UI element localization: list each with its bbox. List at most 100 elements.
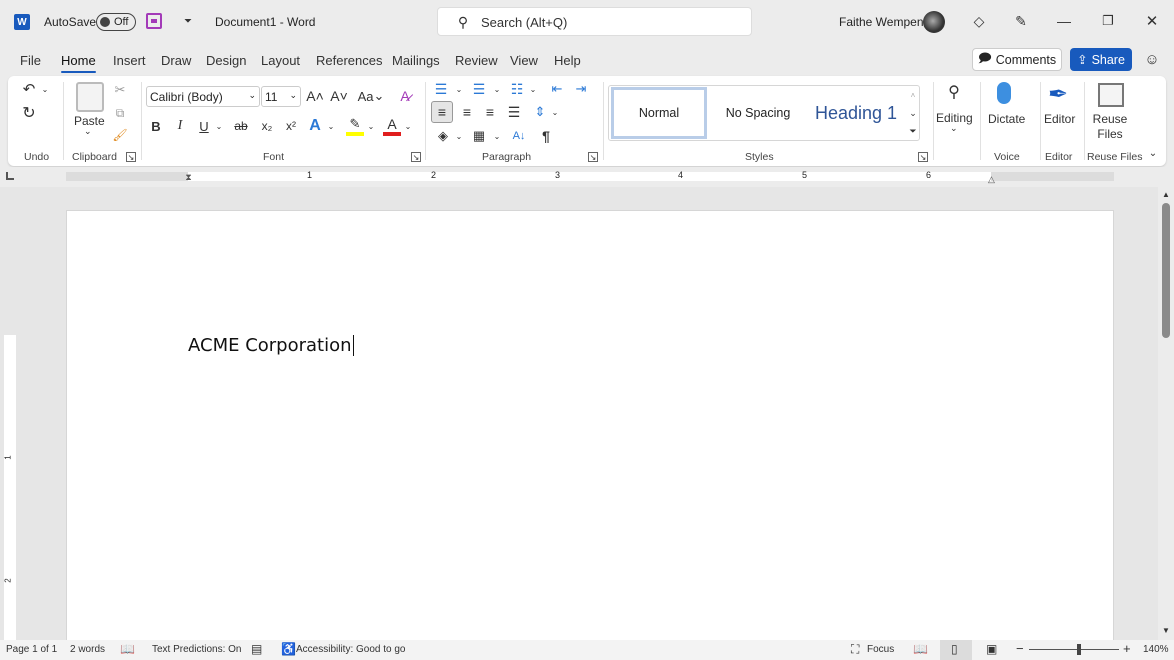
tab-selector-icon[interactable]: [6, 172, 14, 180]
tab-review[interactable]: Review: [455, 53, 498, 68]
italic-icon[interactable]: I: [172, 117, 188, 135]
paragraph-launcher-icon[interactable]: ↘: [588, 152, 598, 162]
find-icon[interactable]: ⚲: [944, 82, 964, 102]
show-formatting-icon[interactable]: ¶: [537, 127, 555, 145]
tab-design[interactable]: Design: [206, 53, 246, 68]
page-count[interactable]: Page 1 of 1: [6, 644, 57, 655]
styles-launcher-icon[interactable]: ↘: [918, 152, 928, 162]
bullets-dropdown-icon[interactable]: ⌄: [454, 82, 464, 96]
scrollbar-thumb[interactable]: [1162, 203, 1170, 338]
diamond-icon[interactable]: ◇: [970, 12, 988, 30]
vertical-scrollbar[interactable]: ▲ ▼: [1158, 187, 1174, 640]
line-spacing-dropdown-icon[interactable]: ⌄: [550, 105, 560, 119]
feedback-smiley-icon[interactable]: ☺: [1143, 50, 1161, 68]
microphone-icon[interactable]: [997, 82, 1011, 104]
undo-dropdown-icon[interactable]: ⌄: [40, 82, 50, 96]
style-normal[interactable]: Normal: [611, 87, 707, 139]
styles-scroll-down-icon[interactable]: ⌄: [907, 105, 919, 121]
font-size-select[interactable]: 11 ⌄: [261, 86, 301, 107]
clipboard-launcher-icon[interactable]: ↘: [126, 152, 136, 162]
indent-marker-icon[interactable]: ⧗: [183, 167, 194, 187]
macro-icon[interactable]: ▤: [251, 642, 262, 656]
increase-indent-icon[interactable]: ⇥: [572, 80, 590, 98]
decrease-indent-icon[interactable]: ⇤: [548, 80, 566, 98]
shading-dropdown-icon[interactable]: ⌄: [454, 129, 464, 143]
sort-icon[interactable]: A↓: [510, 127, 528, 145]
print-layout-button[interactable]: ▯: [940, 640, 972, 660]
grow-font-icon[interactable]: A˄: [306, 87, 324, 105]
justify-icon[interactable]: ☰: [505, 103, 523, 121]
multilevel-list-icon[interactable]: ☷: [508, 80, 526, 98]
accessibility-status[interactable]: Accessibility: Good to go: [296, 644, 406, 655]
scroll-down-icon[interactable]: ▼: [1161, 625, 1171, 635]
word-count[interactable]: 2 words: [70, 644, 105, 655]
editing-dropdown-icon[interactable]: ⌄: [950, 123, 958, 134]
read-mode-icon[interactable]: 📖: [913, 642, 928, 656]
close-icon[interactable]: ✕: [1143, 12, 1161, 30]
highlight-icon[interactable]: ✎: [346, 116, 364, 136]
text-effects-dropdown-icon[interactable]: ⌄: [326, 117, 336, 135]
comments-button[interactable]: 🗩 Comments: [972, 48, 1062, 71]
font-name-select[interactable]: Calibri (Body) ⌄: [146, 86, 260, 107]
font-launcher-icon[interactable]: ↘: [411, 152, 421, 162]
editor-pen-icon[interactable]: ✒: [1044, 80, 1072, 108]
highlight-dropdown-icon[interactable]: ⌄: [366, 117, 376, 135]
undo-icon[interactable]: ↶: [20, 80, 38, 98]
cut-icon[interactable]: ✂: [112, 82, 128, 98]
document-text[interactable]: ACME Corporation: [188, 335, 354, 356]
customize-toolbar-icon[interactable]: ⏷: [180, 13, 196, 29]
text-effects-icon[interactable]: A: [306, 116, 324, 136]
align-right-icon[interactable]: ≡: [481, 103, 499, 121]
shading-icon[interactable]: ◈: [434, 127, 452, 145]
tab-mailings[interactable]: Mailings: [392, 53, 440, 68]
save-icon[interactable]: [146, 13, 162, 29]
font-color-icon[interactable]: A: [383, 116, 401, 136]
user-name[interactable]: Faithe Wempen: [839, 15, 924, 29]
tab-help[interactable]: Help: [554, 53, 581, 68]
document-page[interactable]: ACME Corporation: [66, 210, 1114, 650]
style-heading-1[interactable]: Heading 1: [808, 87, 904, 139]
scroll-up-icon[interactable]: ▲: [1161, 189, 1171, 199]
underline-dropdown-icon[interactable]: ⌄: [214, 117, 224, 135]
restore-icon[interactable]: ❐: [1099, 12, 1117, 30]
styles-scroll-up-icon[interactable]: ˄: [907, 87, 919, 103]
avatar[interactable]: [923, 11, 945, 33]
font-color-dropdown-icon[interactable]: ⌄: [403, 117, 413, 135]
tab-insert[interactable]: Insert: [113, 53, 146, 68]
tab-file[interactable]: File: [20, 53, 41, 68]
strikethrough-icon[interactable]: ab: [232, 117, 250, 135]
pen-icon[interactable]: ✎: [1012, 12, 1030, 30]
align-left-icon[interactable]: ≡: [431, 101, 453, 123]
vertical-ruler[interactable]: 1 2: [4, 190, 16, 640]
dictate-button[interactable]: Dictate: [988, 112, 1025, 126]
tab-layout[interactable]: Layout: [261, 53, 300, 68]
reuse-files-button[interactable]: Reuse Files: [1092, 112, 1128, 142]
reuse-files-icon[interactable]: [1098, 83, 1124, 107]
styles-more-icon[interactable]: ⏷: [907, 123, 919, 139]
horizontal-ruler[interactable]: 1 2 3 4 5 6 ⧗ △: [0, 167, 1174, 187]
redo-icon[interactable]: ↻: [20, 104, 38, 122]
share-button[interactable]: ⇪ Share: [1070, 48, 1132, 71]
subscript-icon[interactable]: x₂: [258, 117, 276, 135]
proofing-icon[interactable]: 📖: [120, 642, 135, 656]
search-box[interactable]: ⚲ Search (Alt+Q): [437, 7, 752, 36]
format-painter-icon[interactable]: 🖌: [112, 127, 128, 143]
tab-draw[interactable]: Draw: [161, 53, 191, 68]
zoom-out-icon[interactable]: −: [1016, 641, 1024, 656]
paste-dropdown-icon[interactable]: ⌄: [84, 126, 92, 137]
web-layout-icon[interactable]: ▣: [986, 642, 997, 656]
line-spacing-icon[interactable]: ⇕: [531, 103, 549, 121]
zoom-in-icon[interactable]: +: [1123, 641, 1131, 656]
focus-button[interactable]: Focus: [867, 644, 894, 655]
minimize-icon[interactable]: —: [1055, 12, 1073, 30]
multilevel-dropdown-icon[interactable]: ⌄: [528, 82, 538, 96]
borders-dropdown-icon[interactable]: ⌄: [492, 129, 502, 143]
paste-icon[interactable]: [76, 82, 104, 112]
tab-view[interactable]: View: [510, 53, 538, 68]
collapse-ribbon-icon[interactable]: ⌄: [1146, 146, 1160, 160]
zoom-level[interactable]: 140%: [1143, 644, 1169, 655]
align-center-icon[interactable]: ≡: [458, 103, 476, 121]
shrink-font-icon[interactable]: A˅: [330, 87, 348, 105]
search-input[interactable]: Search (Alt+Q): [481, 15, 567, 30]
numbering-dropdown-icon[interactable]: ⌄: [492, 82, 502, 96]
